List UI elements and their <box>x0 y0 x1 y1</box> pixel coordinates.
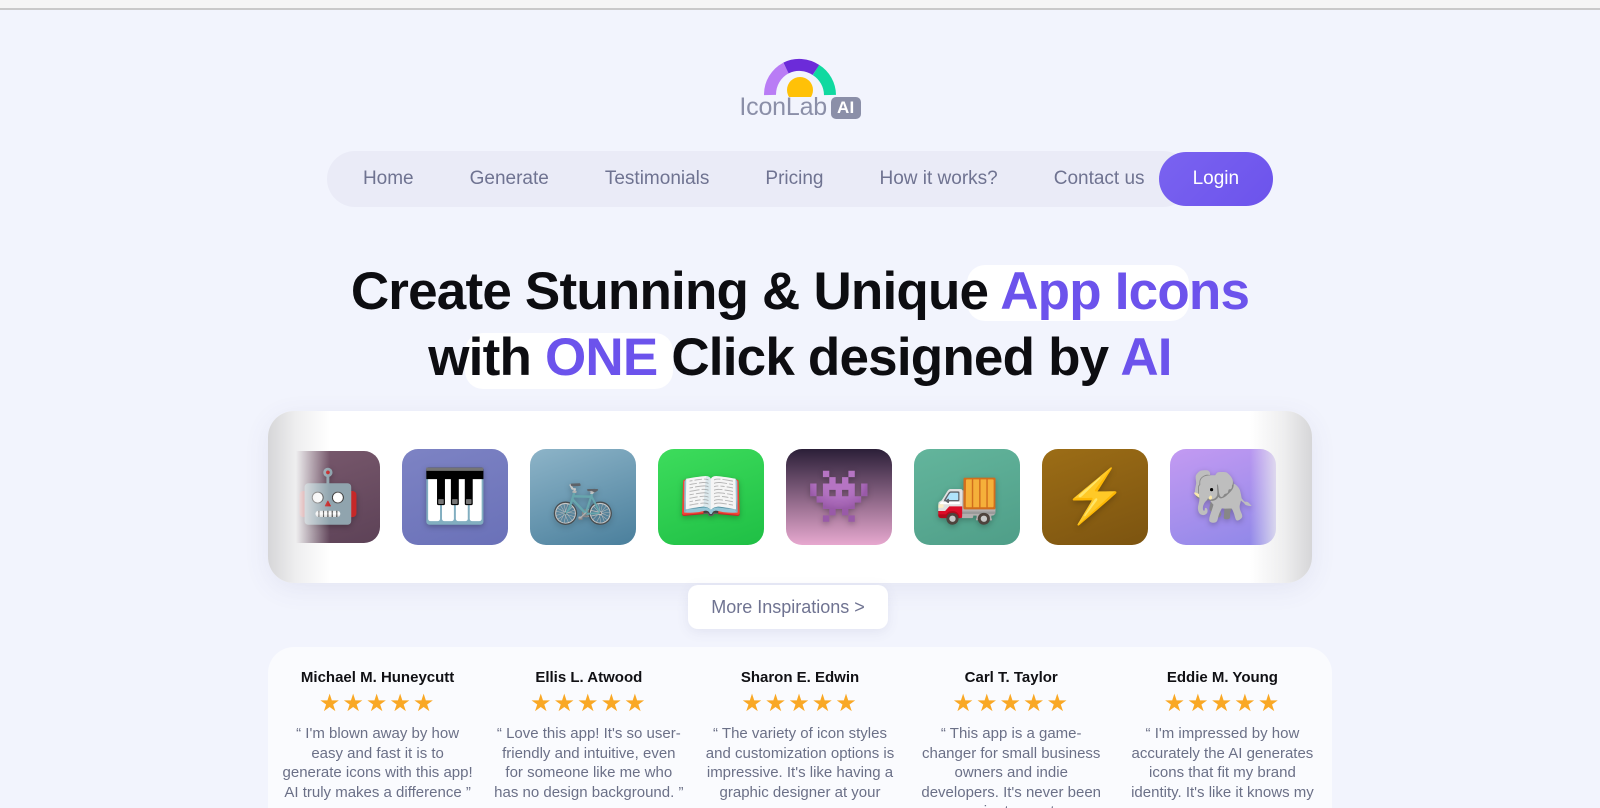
headline-text-1: Create Stunning & Unique <box>350 262 1001 321</box>
headline-line-2: with ONE Click designed by AI <box>0 325 1600 391</box>
robot-reading-book-icon-glyph: 🤖 <box>295 468 361 526</box>
pikachu-icon[interactable]: ⚡ <box>1042 449 1148 545</box>
brand-logo[interactable]: IconLab AI <box>0 55 1600 122</box>
testimonial-author-name: Ellis L. Atwood <box>535 669 643 686</box>
robot-reading-book-icon[interactable]: 🤖 <box>276 451 380 543</box>
pikachu-icon-glyph: ⚡ <box>1062 468 1128 526</box>
piano-keyboard-icon[interactable]: 🎹 <box>402 449 508 545</box>
purple-robot-icon-glyph: 👾 <box>806 468 872 526</box>
testimonial-card: Eddie M. Young ★★★★★ “ I'm impressed by ho… <box>1117 669 1328 808</box>
headline-accent-app-icons: App Icons <box>1000 262 1250 321</box>
testimonial-text: “ I'm blown away by how easy and fast it… <box>282 725 473 801</box>
purple-robot-icon[interactable]: 👾 <box>786 449 892 545</box>
headline-accent-ai: AI <box>1120 327 1172 387</box>
browser-chrome-strip <box>0 0 1600 10</box>
testimonial-card: Sharon E. Edwin ★★★★★ “ The variety of ico… <box>694 669 905 808</box>
food-truck-icon-glyph: 🚚 <box>934 468 1000 526</box>
testimonial-author-name: Carl T. Taylor <box>964 669 1058 686</box>
star-rating-icon: ★★★★★ <box>530 690 648 717</box>
nav-pill: Home Generate Testimonials Pricing How i… <box>326 151 1191 207</box>
open-book-icon-glyph: 📖 <box>678 468 744 526</box>
headline-line-1: Create Stunning & Unique App Icons <box>0 259 1600 325</box>
testimonial-author-name: Eddie M. Young <box>1166 669 1278 686</box>
carousel-track: 🤖 🎹 🚲 📖 👾 🚚 ⚡ 🐘 <box>268 411 1312 583</box>
testimonial-text: “ This app is a game-changer for small b… <box>921 725 1102 808</box>
star-rating-icon: ★★★★★ <box>741 690 859 717</box>
bicycle-icon[interactable]: 🚲 <box>530 449 636 545</box>
food-truck-icon[interactable]: 🚚 <box>914 449 1020 545</box>
testimonial-text: “ The variety of icon styles and customi… <box>705 725 895 801</box>
star-rating-icon: ★★★★★ <box>1163 690 1282 717</box>
testimonial-text: “ Love this app! It's so user-friendly a… <box>494 725 684 801</box>
brand-name: IconLab <box>739 93 827 121</box>
nav-item-generate[interactable]: Generate <box>470 168 549 190</box>
testimonial-author-name: Sharon E. Edwin <box>740 669 860 686</box>
headline-accent-one: ONE <box>544 327 658 387</box>
icon-showcase-carousel[interactable]: 🤖 🎹 🚲 📖 👾 🚚 ⚡ 🐘 <box>268 411 1312 583</box>
open-book-icon[interactable]: 📖 <box>658 449 764 545</box>
rainbow-arc-logo-icon <box>764 55 836 97</box>
more-inspirations-button[interactable]: More Inspirations > <box>688 585 888 629</box>
nav-item-contact-us[interactable]: Contact us <box>1054 168 1145 190</box>
mountain-landscape-icon[interactable]: 🐘 <box>1170 449 1276 545</box>
star-rating-icon: ★★★★★ <box>318 690 437 717</box>
headline-text-3: Click designed by <box>657 327 1121 387</box>
testimonial-author-name: Michael M. Huneycutt <box>300 669 455 686</box>
login-button[interactable]: Login <box>1158 152 1274 206</box>
nav-item-home[interactable]: Home <box>363 168 414 190</box>
testimonial-text: “ I'm impressed by how accurately the AI… <box>1131 725 1314 801</box>
testimonial-card: Michael M. Huneycutt ★★★★★ “ I'm blown awa… <box>272 669 483 808</box>
testimonial-card: Carl T. Taylor ★★★★★ “ This app is a game-… <box>906 669 1117 808</box>
testimonial-card: Ellis L. Atwood ★★★★★ “ Love this app! It'… <box>483 669 694 808</box>
testimonials-section: Michael M. Huneycutt ★★★★★ “ I'm blown awa… <box>268 647 1332 808</box>
piano-keyboard-icon-glyph: 🎹 <box>422 468 488 526</box>
nav-item-testimonials[interactable]: Testimonials <box>605 168 710 190</box>
bicycle-icon-glyph: 🚲 <box>550 468 616 526</box>
page-root: IconLab AI Home Generate Testimonials Pr… <box>0 11 1600 808</box>
brand-ai-badge: AI <box>830 96 861 119</box>
page-title: Create Stunning & Unique App Icons with … <box>0 259 1600 390</box>
nav-item-how-it-works[interactable]: How it works? <box>879 168 997 190</box>
nav-item-pricing[interactable]: Pricing <box>765 168 823 190</box>
mountain-landscape-icon-glyph: 🐘 <box>1190 468 1256 526</box>
star-rating-icon: ★★★★★ <box>952 690 1070 717</box>
main-navigation: Home Generate Testimonials Pricing How i… <box>0 151 1600 207</box>
headline-text-2: with <box>428 327 545 387</box>
